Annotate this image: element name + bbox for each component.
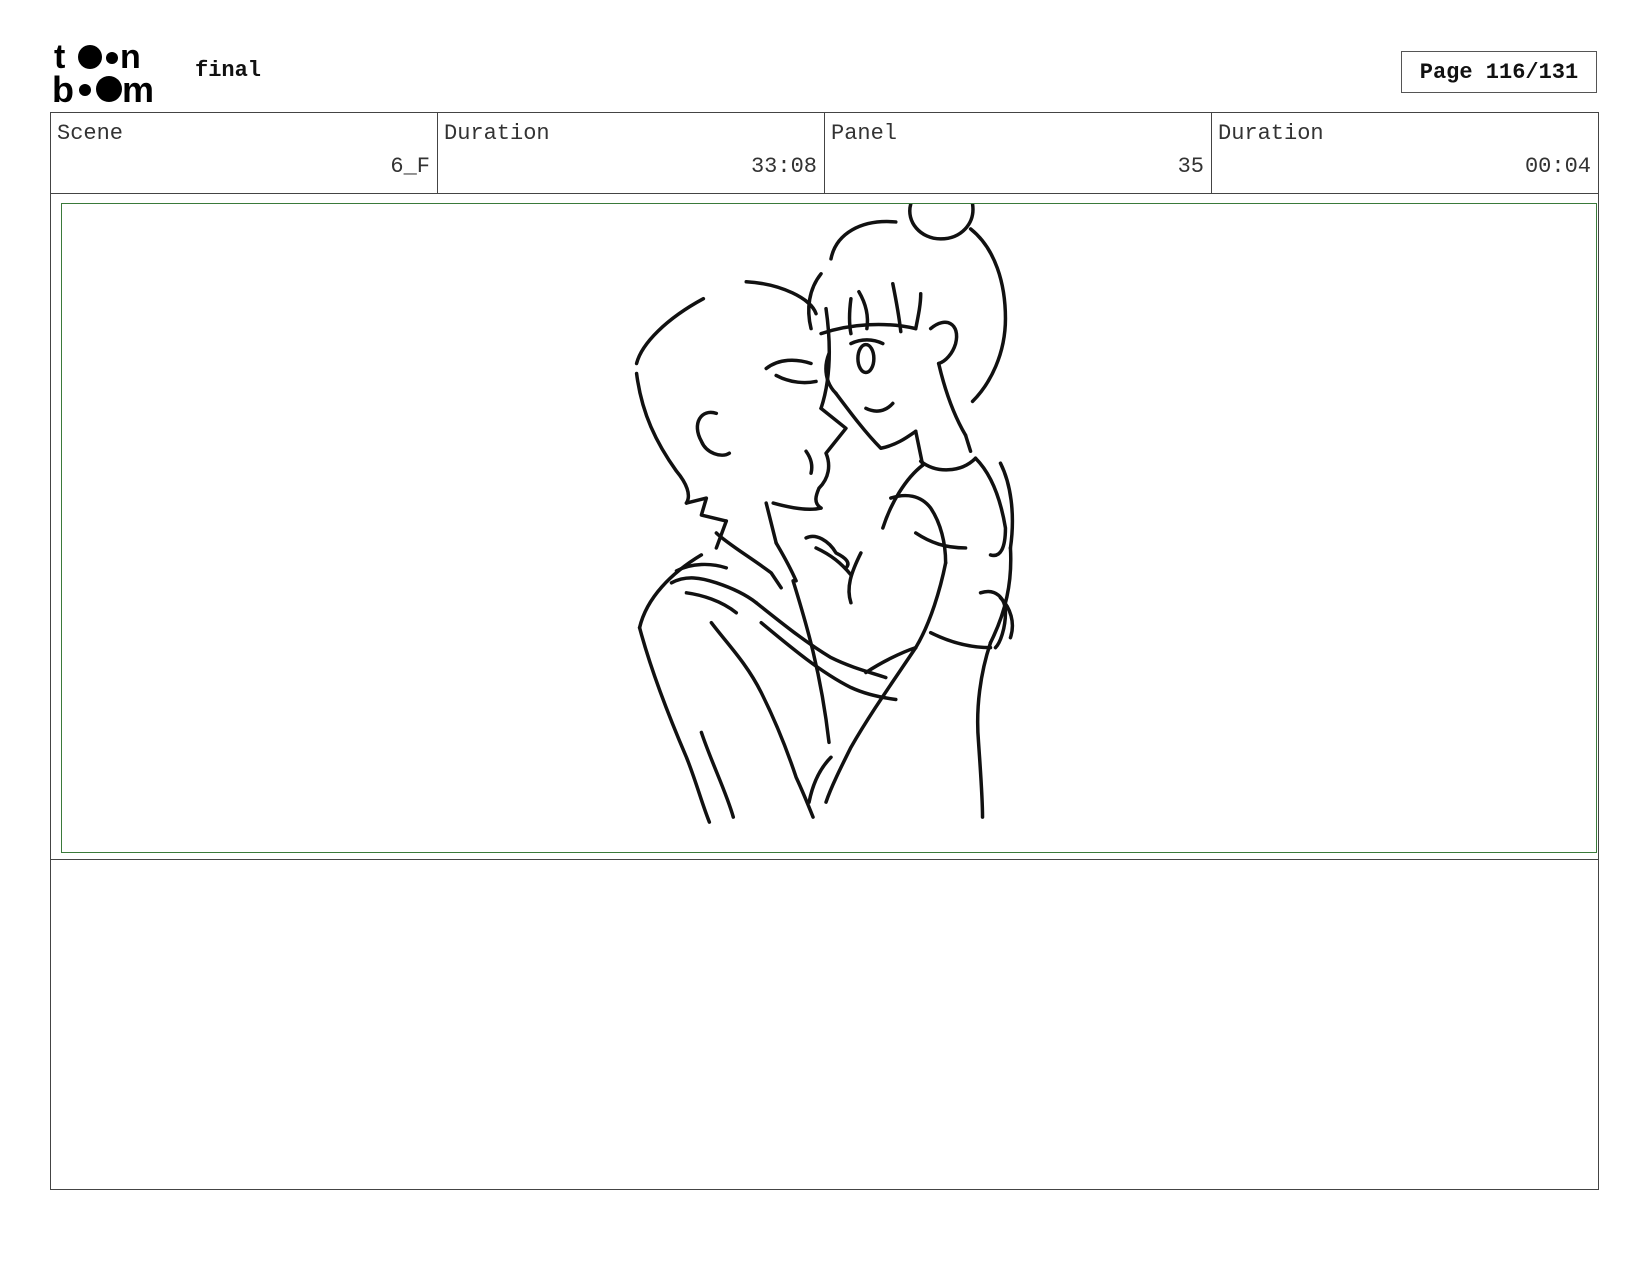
scene-label: Scene xyxy=(57,121,124,146)
panel-cell: Panel 35 xyxy=(825,113,1212,193)
page-indicator: Page 116/131 xyxy=(1401,51,1597,93)
panel-notes-area xyxy=(50,859,1599,1190)
panel-info-row: Scene 6_F Duration 33:08 Panel 35 Durati… xyxy=(50,112,1599,194)
panel-image-area xyxy=(61,203,1597,853)
toon-boom-logo-icon: t n b m xyxy=(52,40,154,106)
scene-value: 6_F xyxy=(390,154,430,179)
scene-duration-value: 33:08 xyxy=(750,154,817,179)
scene-duration-cell: Duration 33:08 xyxy=(438,113,825,193)
scene-duration-label: Duration xyxy=(444,121,550,146)
svg-text:m: m xyxy=(122,69,154,106)
panel-label: Panel xyxy=(831,121,898,146)
project-title: final xyxy=(195,58,262,83)
panel-duration-label: Duration xyxy=(1218,121,1324,146)
panel-duration-cell: Duration 00:04 xyxy=(1212,113,1598,193)
scene-cell: Scene 6_F xyxy=(51,113,438,193)
svg-text:b: b xyxy=(52,69,74,106)
panel-value: 35 xyxy=(1177,154,1204,179)
panel-duration-value: 00:04 xyxy=(1524,154,1591,179)
sketch-couple-embrace-icon xyxy=(634,204,1015,824)
